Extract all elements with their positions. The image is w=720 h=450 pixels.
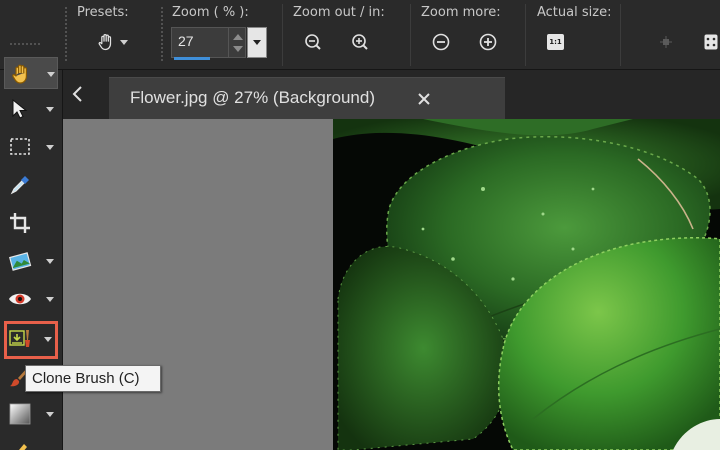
- zoom-label: Zoom ( % ):: [172, 5, 249, 20]
- zoom-percent-stepper[interactable]: 27: [171, 27, 267, 60]
- chevron-down-icon[interactable]: [46, 297, 54, 302]
- fit-image-icon[interactable]: [704, 34, 718, 50]
- divider: [525, 4, 526, 66]
- divider: [282, 4, 283, 66]
- toolbar-grip[interactable]: [64, 6, 68, 62]
- toolbar-grip[interactable]: [160, 6, 164, 62]
- tooltip: Clone Brush (C): [25, 365, 161, 392]
- document-tab-title: Flower.jpg @ 27% (Background): [130, 88, 375, 107]
- chevron-down-icon[interactable]: [44, 337, 52, 342]
- crop-tool-button[interactable]: [4, 207, 58, 239]
- zoom-in-icon[interactable]: [351, 33, 369, 51]
- eyedropper-icon: [10, 176, 29, 195]
- gradient-tool-button[interactable]: [4, 398, 58, 430]
- close-icon[interactable]: [416, 91, 432, 107]
- eye-icon: [9, 293, 31, 305]
- document-tab[interactable]: Flower.jpg @ 27% (Background): [109, 77, 505, 120]
- clone-brush-tool-button[interactable]: [4, 321, 58, 359]
- actual-size-label: Actual size:: [537, 5, 612, 20]
- chevron-down-icon[interactable]: [46, 107, 54, 112]
- next-tool-button[interactable]: [4, 434, 58, 450]
- toolbox-grip[interactable]: [9, 42, 41, 46]
- zoom-more-label: Zoom more:: [421, 5, 501, 20]
- red-eye-tool-button[interactable]: [4, 283, 58, 315]
- spin-down-icon[interactable]: [233, 46, 243, 52]
- chevron-down-icon[interactable]: [46, 145, 54, 150]
- marquee-icon: [10, 138, 30, 155]
- picture-icon: [9, 252, 32, 271]
- hand-icon: [12, 64, 27, 84]
- hand-icon: [98, 34, 112, 51]
- gradient-icon: [9, 403, 31, 425]
- fit-window-icon[interactable]: [660, 36, 672, 48]
- document-tab-bar: Flower.jpg @ 27% (Background): [63, 70, 720, 120]
- pan-tool-button[interactable]: [4, 57, 58, 89]
- chevron-down-icon: [120, 39, 128, 45]
- actual-size-icon-text: 1:1: [549, 38, 562, 46]
- tool-options-bar: Presets: Zoom ( % ): 27 Zoom out / in: Z…: [0, 0, 720, 70]
- zoom-more-out-icon[interactable]: [432, 33, 450, 51]
- selection-tool-button[interactable]: [4, 131, 58, 163]
- zoom-dropdown-button[interactable]: [247, 27, 267, 58]
- straighten-tool-button[interactable]: [4, 245, 58, 277]
- tools-toolbar: [0, 42, 63, 450]
- chevron-left-icon[interactable]: [71, 84, 85, 104]
- chevron-down-icon[interactable]: [46, 259, 54, 264]
- chevron-down-icon[interactable]: [46, 412, 54, 417]
- arrow-pointer-icon: [12, 98, 28, 119]
- document-image[interactable]: [333, 119, 720, 450]
- actual-size-button[interactable]: 1:1: [547, 34, 564, 50]
- divider: [410, 4, 411, 66]
- zoom-more-in-icon[interactable]: [479, 33, 497, 51]
- chevron-down-icon: [253, 40, 261, 45]
- divider: [620, 4, 621, 66]
- clone-brush-icon: [9, 330, 30, 347]
- presets-label: Presets:: [77, 5, 129, 20]
- dropper-tool-button[interactable]: [4, 169, 58, 201]
- zoom-spin-buttons[interactable]: [229, 27, 246, 58]
- pencil-icon: [19, 444, 27, 450]
- presets-dropdown[interactable]: [96, 30, 136, 54]
- chevron-down-icon[interactable]: [47, 72, 55, 77]
- zoom-out-icon[interactable]: [304, 33, 322, 51]
- pick-tool-button[interactable]: [4, 93, 58, 125]
- crop-icon: [10, 213, 30, 233]
- zoom-percent-input[interactable]: 27: [171, 27, 229, 58]
- spin-up-icon[interactable]: [233, 34, 243, 40]
- input-focus-underline: [174, 57, 210, 60]
- zoom-out-in-label: Zoom out / in:: [293, 5, 385, 20]
- workspace-area[interactable]: [63, 119, 720, 450]
